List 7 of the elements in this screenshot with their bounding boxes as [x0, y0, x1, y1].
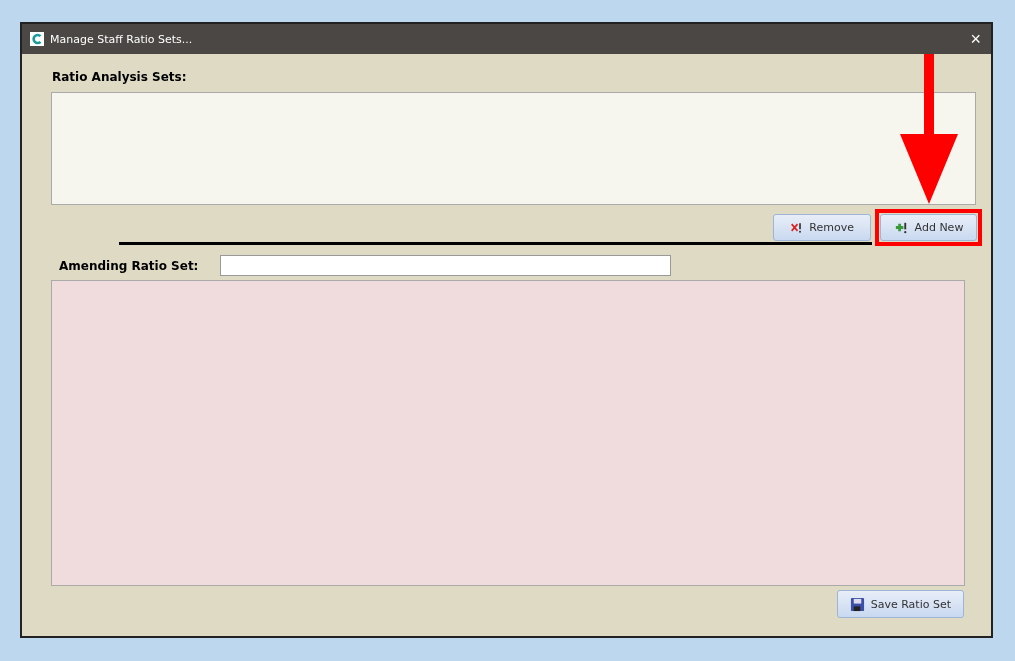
section-label: Ratio Analysis Sets: [52, 70, 188, 84]
window-title: Manage Staff Ratio Sets... [50, 32, 193, 46]
add-new-button[interactable]: Add New [880, 213, 977, 241]
close-button[interactable]: × [968, 30, 983, 48]
save-button[interactable]: Save Ratio Set [836, 590, 964, 618]
field-label: Amending Ratio Set: [59, 258, 199, 273]
remove-button[interactable]: Remove [773, 213, 871, 241]
